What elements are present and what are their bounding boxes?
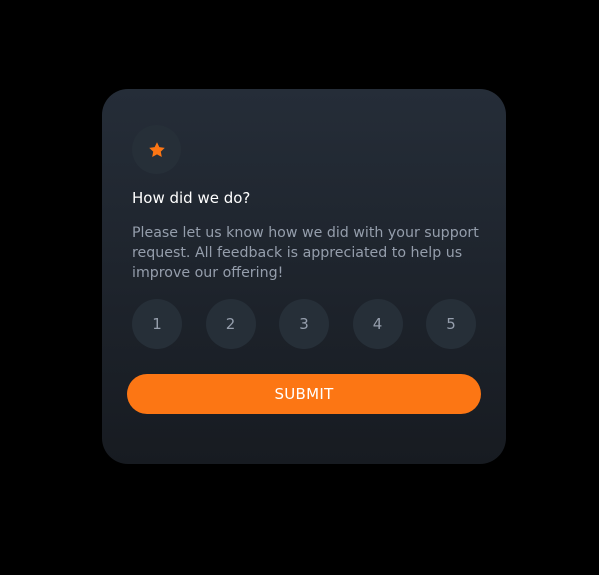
rating-options: 1 2 3 4 5 bbox=[132, 299, 476, 349]
submit-button[interactable]: SUBMIT bbox=[127, 374, 481, 414]
rating-button-1[interactable]: 1 bbox=[132, 299, 182, 349]
rating-button-4[interactable]: 4 bbox=[352, 299, 403, 349]
rating-button-3[interactable]: 3 bbox=[279, 299, 329, 349]
rating-card: How did we do? Please let us know how we… bbox=[102, 89, 506, 464]
rating-button-5[interactable]: 5 bbox=[426, 299, 476, 349]
rating-button-2[interactable]: 2 bbox=[205, 299, 256, 349]
star-badge bbox=[132, 125, 181, 174]
card-description: Please let us know how we did with your … bbox=[132, 225, 479, 281]
card-title: How did we do? bbox=[132, 189, 251, 207]
star-icon bbox=[148, 141, 166, 159]
